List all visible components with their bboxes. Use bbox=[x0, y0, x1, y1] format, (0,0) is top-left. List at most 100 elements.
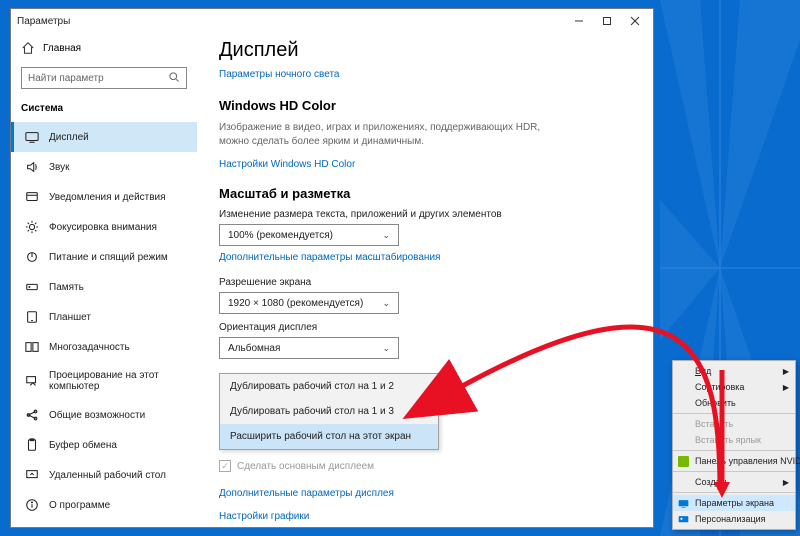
resolution-label: Разрешение экрана bbox=[219, 277, 633, 288]
multi-monitor-dropdown: Дублировать рабочий стол на 1 и 2 Дублир… bbox=[219, 373, 439, 450]
hd-color-heading: Windows HD Color bbox=[219, 98, 633, 113]
minimize-button[interactable] bbox=[565, 9, 593, 33]
ctx-sort[interactable]: Сортировка▶ bbox=[673, 379, 795, 395]
ctx-view[interactable]: Вид▶ bbox=[673, 363, 795, 379]
orientation-label: Ориентация дисплея bbox=[219, 322, 633, 333]
sidebar-item-label: Буфер обмена bbox=[49, 440, 117, 451]
close-button[interactable] bbox=[621, 9, 649, 33]
sound-icon bbox=[25, 160, 39, 174]
ctx-separator bbox=[673, 492, 795, 493]
sidebar-list: Дисплей Звук Уведомления и действия Фоку… bbox=[11, 122, 197, 520]
storage-icon bbox=[25, 280, 39, 294]
night-light-link[interactable]: Параметры ночного света bbox=[219, 69, 339, 80]
notifications-icon bbox=[25, 190, 39, 204]
sidebar-item-tablet[interactable]: Планшет bbox=[11, 302, 197, 332]
graphics-settings-link[interactable]: Настройки графики bbox=[219, 511, 309, 522]
sidebar-category: Система bbox=[11, 99, 197, 122]
sidebar-item-label: Удаленный рабочий стол bbox=[49, 470, 166, 481]
multitask-icon bbox=[25, 340, 39, 354]
ctx-personalize[interactable]: Персонализация bbox=[673, 511, 795, 527]
tablet-icon bbox=[25, 310, 39, 324]
page-title: Дисплей bbox=[219, 39, 633, 62]
scale-size-value: 100% (рекомендуется) bbox=[228, 230, 333, 241]
multimon-option[interactable]: Дублировать рабочий стол на 1 и 3 bbox=[220, 399, 438, 424]
multimon-option[interactable]: Дублировать рабочий стол на 1 и 2 bbox=[220, 374, 438, 399]
ctx-new[interactable]: Создать▶ bbox=[673, 474, 795, 490]
chevron-down-icon: ⌄ bbox=[382, 343, 390, 354]
scale-size-label: Изменение размера текста, приложений и д… bbox=[219, 209, 633, 220]
ctx-paste: Вставить bbox=[673, 416, 795, 432]
submenu-arrow-icon: ▶ bbox=[783, 367, 789, 376]
ctx-paste-shortcut: Вставить ярлык bbox=[673, 432, 795, 448]
ctx-separator bbox=[673, 450, 795, 451]
sidebar-item-label: Планшет bbox=[49, 312, 91, 323]
advanced-display-link[interactable]: Дополнительные параметры дисплея bbox=[219, 488, 394, 499]
nvidia-icon bbox=[677, 455, 689, 467]
sidebar-item-remote[interactable]: Удаленный рабочий стол bbox=[11, 460, 197, 490]
scale-advanced-link[interactable]: Дополнительные параметры масштабирования bbox=[219, 252, 440, 263]
scale-heading: Масштаб и разметка bbox=[219, 186, 633, 201]
desktop-context-menu: Вид▶ Сортировка▶ Обновить Вставить Встав… bbox=[672, 360, 796, 530]
chevron-down-icon: ⌄ bbox=[382, 298, 390, 309]
sidebar-item-label: Уведомления и действия bbox=[49, 192, 166, 203]
submenu-arrow-icon: ▶ bbox=[783, 478, 789, 487]
sidebar-item-sound[interactable]: Звук bbox=[11, 152, 197, 182]
ctx-display-settings[interactable]: Параметры экрана bbox=[673, 495, 795, 511]
ctx-nvidia[interactable]: Панель управления NVIDIA bbox=[673, 453, 795, 469]
sidebar-item-label: Многозадачность bbox=[49, 342, 130, 353]
scale-size-select[interactable]: 100% (рекомендуется) ⌄ bbox=[219, 224, 399, 246]
orientation-select[interactable]: Альбомная ⌄ bbox=[219, 337, 399, 359]
sidebar-item-label: Фокусировка внимания bbox=[49, 222, 157, 233]
hd-color-desc: Изображение в видео, играх и приложениях… bbox=[219, 121, 559, 149]
submenu-arrow-icon: ▶ bbox=[783, 383, 789, 392]
sidebar-item-label: Общие возможности bbox=[49, 410, 145, 421]
home-icon bbox=[21, 41, 35, 55]
orientation-value: Альбомная bbox=[228, 343, 280, 354]
chevron-down-icon: ⌄ bbox=[382, 230, 390, 241]
hd-color-link[interactable]: Настройки Windows HD Color bbox=[219, 159, 355, 170]
resolution-select[interactable]: 1920 × 1080 (рекомендуется) ⌄ bbox=[219, 292, 399, 314]
project-icon bbox=[25, 374, 39, 388]
sidebar-item-focus[interactable]: Фокусировка внимания bbox=[11, 212, 197, 242]
settings-window: Параметры Главная Найти параметр Система… bbox=[10, 8, 654, 528]
sidebar-item-label: Звук bbox=[49, 162, 70, 173]
display-icon bbox=[25, 130, 39, 144]
sidebar-item-power[interactable]: Питание и спящий режим bbox=[11, 242, 197, 272]
resolution-value: 1920 × 1080 (рекомендуется) bbox=[228, 298, 363, 309]
sidebar-item-label: Питание и спящий режим bbox=[49, 252, 168, 263]
ctx-separator bbox=[673, 413, 795, 414]
maximize-button[interactable] bbox=[593, 9, 621, 33]
display-settings-icon bbox=[677, 497, 689, 509]
sidebar-item-label: О программе bbox=[49, 500, 110, 511]
ctx-refresh[interactable]: Обновить bbox=[673, 395, 795, 411]
titlebar: Параметры bbox=[11, 9, 653, 33]
sidebar-item-projecting[interactable]: Проецирование на этот компьютер bbox=[11, 362, 197, 400]
sidebar-item-label: Проецирование на этот компьютер bbox=[49, 370, 187, 392]
sidebar-home[interactable]: Главная bbox=[11, 33, 197, 63]
focus-icon bbox=[25, 220, 39, 234]
sidebar-item-about[interactable]: О программе bbox=[11, 490, 197, 520]
search-input[interactable]: Найти параметр bbox=[21, 67, 187, 89]
content-area: Дисплей Параметры ночного света Windows … bbox=[197, 33, 653, 527]
sidebar-item-label: Память bbox=[49, 282, 84, 293]
personalize-icon bbox=[677, 513, 689, 525]
sidebar-home-label: Главная bbox=[43, 43, 81, 54]
make-main-display-label: Сделать основным дисплеем bbox=[237, 461, 374, 472]
sidebar-item-shared[interactable]: Общие возможности bbox=[11, 400, 197, 430]
about-icon bbox=[25, 498, 39, 512]
sidebar-item-multitasking[interactable]: Многозадачность bbox=[11, 332, 197, 362]
sidebar-item-display[interactable]: Дисплей bbox=[11, 122, 197, 152]
sidebar-item-storage[interactable]: Память bbox=[11, 272, 197, 302]
remote-icon bbox=[25, 468, 39, 482]
multimon-option-selected[interactable]: Расширить рабочий стол на этот экран bbox=[220, 424, 438, 449]
window-title: Параметры bbox=[15, 16, 565, 27]
sidebar-item-clipboard[interactable]: Буфер обмена bbox=[11, 430, 197, 460]
checkbox-icon: ✓ bbox=[219, 460, 231, 472]
sidebar-item-label: Дисплей bbox=[49, 132, 89, 143]
make-main-display-checkbox: ✓ Сделать основным дисплеем bbox=[219, 460, 633, 472]
ctx-separator bbox=[673, 471, 795, 472]
sidebar-item-notifications[interactable]: Уведомления и действия bbox=[11, 182, 197, 212]
search-placeholder: Найти параметр bbox=[28, 73, 104, 84]
power-icon bbox=[25, 250, 39, 264]
shared-icon bbox=[25, 408, 39, 422]
